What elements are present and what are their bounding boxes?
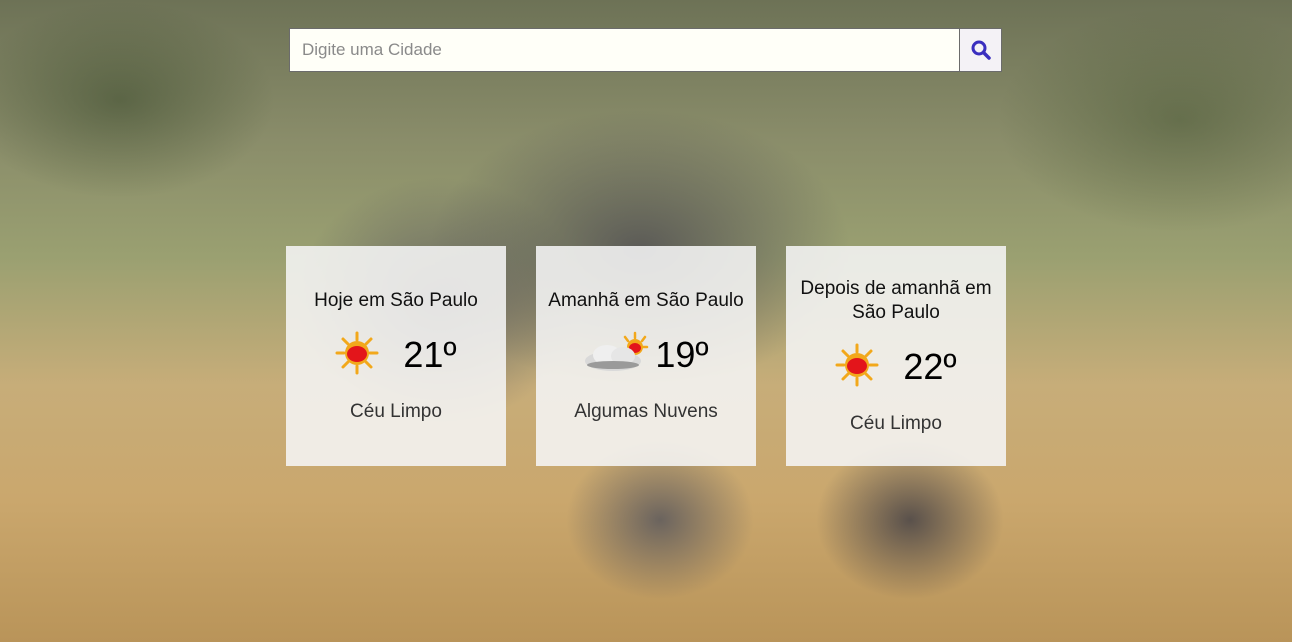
forecast-card-today: Hoje em São Paulo 21º Céu Limpo bbox=[286, 246, 506, 466]
search-icon bbox=[971, 40, 991, 60]
forecast-title: Amanhã em São Paulo bbox=[548, 290, 744, 311]
forecast-title: Depois de amanhã em São Paulo bbox=[800, 278, 992, 323]
condition-label: Céu Limpo bbox=[350, 401, 442, 422]
condition-label: Céu Limpo bbox=[850, 413, 942, 434]
partly-cloudy-icon bbox=[583, 331, 649, 380]
temp-row: 22º bbox=[835, 339, 957, 395]
condition-label: Algumas Nuvens bbox=[574, 401, 718, 422]
search-button[interactable] bbox=[959, 28, 1002, 72]
forecast-card-tomorrow: Amanhã em São Paulo 19º Algumas Nuvens bbox=[536, 246, 756, 466]
temp-row: 21º bbox=[335, 327, 457, 383]
temperature: 21º bbox=[403, 334, 457, 375]
temperature: 19º bbox=[655, 334, 709, 375]
sun-icon bbox=[835, 343, 879, 392]
temperature: 22º bbox=[903, 346, 957, 387]
temp-row: 19º bbox=[583, 327, 709, 383]
sun-icon bbox=[335, 331, 379, 380]
city-search-input[interactable] bbox=[289, 28, 959, 72]
forecast-card-day-after: Depois de amanhã em São Paulo 22º Céu Li… bbox=[786, 246, 1006, 466]
forecast-title: Hoje em São Paulo bbox=[314, 290, 478, 311]
search-bar bbox=[289, 28, 1002, 72]
